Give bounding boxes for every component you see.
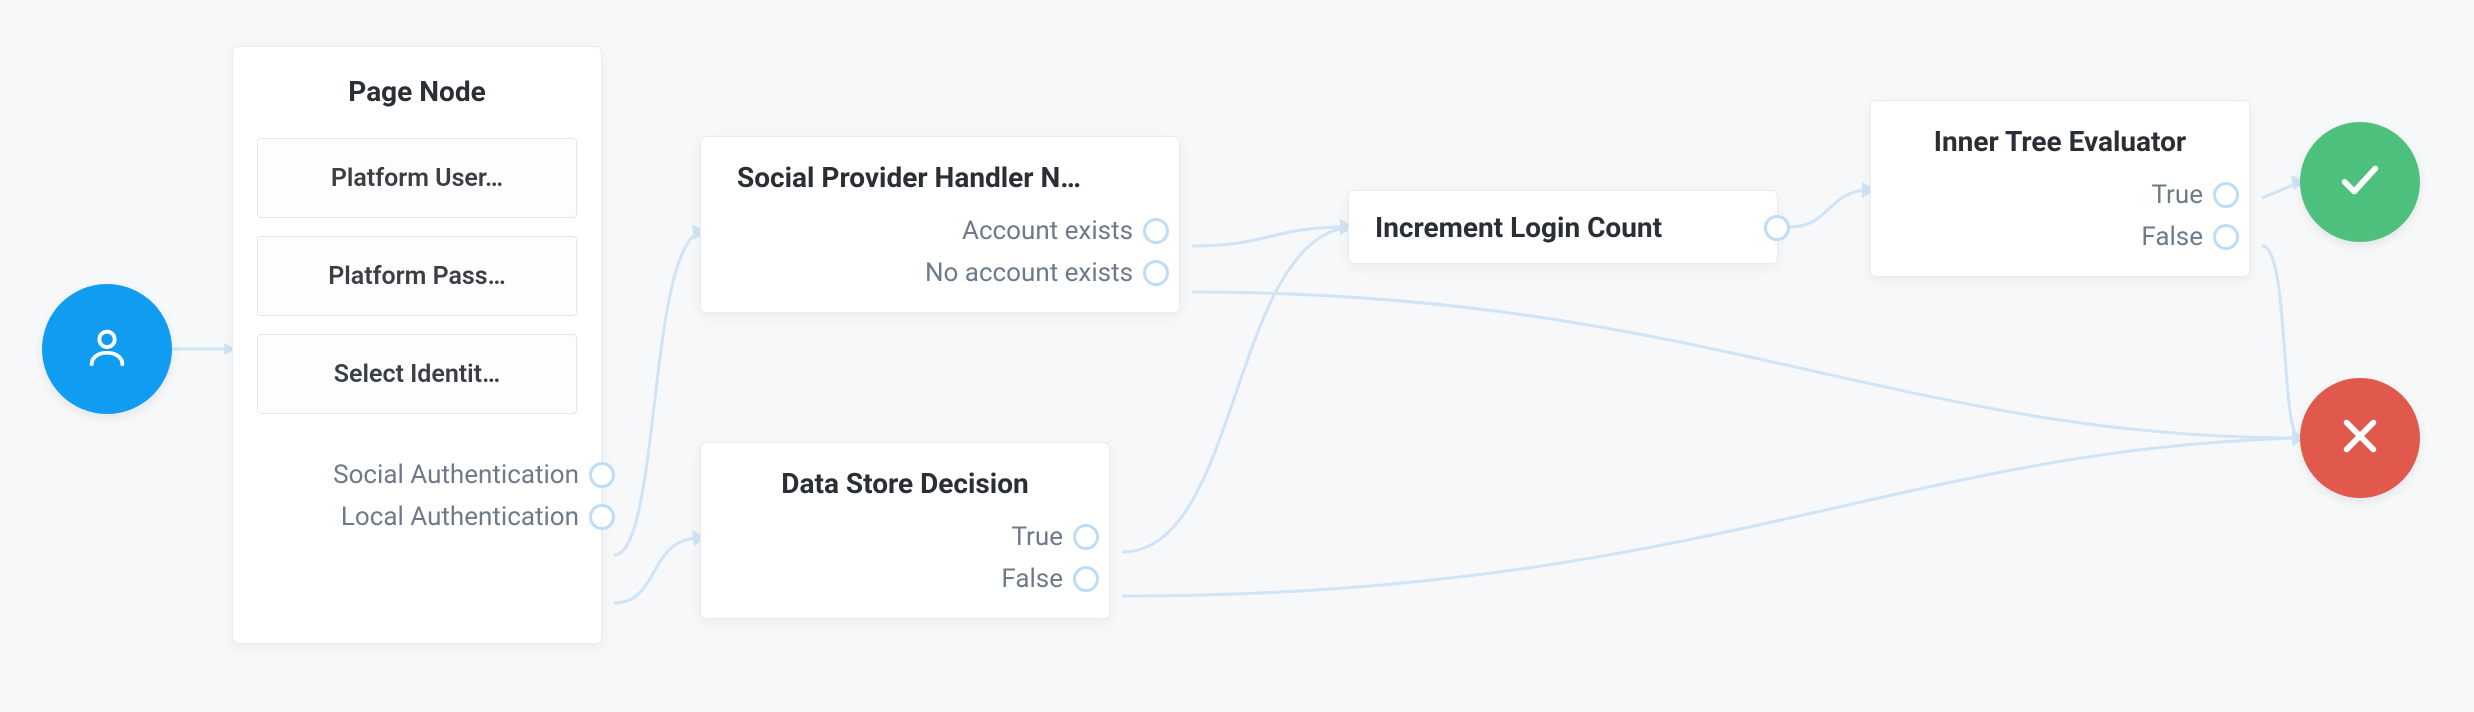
check-icon — [2337, 157, 2383, 207]
increment-login-count-node[interactable]: Increment Login Count — [1348, 190, 1778, 264]
outcome-no-account[interactable]: No account exists — [925, 258, 1169, 288]
outcome-label: Local Authentication — [341, 502, 579, 532]
user-icon — [84, 324, 130, 374]
node-title: Increment Login Count — [1375, 211, 1662, 244]
outcome-account-exists[interactable]: Account exists — [962, 216, 1169, 246]
outcome-label: True — [1012, 522, 1064, 552]
inner-tree-evaluator-node[interactable]: Inner Tree Evaluator True False — [1870, 100, 2250, 277]
outcome-label: Social Authentication — [333, 460, 579, 490]
failure-node[interactable] — [2300, 378, 2420, 498]
outcome-true[interactable]: True — [1012, 522, 1100, 552]
outcome-label: Account exists — [962, 216, 1133, 246]
start-node[interactable] — [42, 284, 172, 414]
port-icon[interactable] — [1143, 218, 1169, 244]
page-node-field[interactable]: Platform Pass… — [257, 236, 577, 316]
outcome-label: No account exists — [925, 258, 1133, 288]
page-node-field[interactable]: Platform User… — [257, 138, 577, 218]
port-icon[interactable] — [589, 462, 615, 488]
port-icon[interactable] — [2213, 224, 2239, 250]
outcome-label: False — [1001, 564, 1063, 594]
auth-tree-canvas[interactable]: Page Node Platform User… Platform Pass… … — [0, 0, 2474, 712]
node-title: Inner Tree Evaluator — [1901, 125, 2219, 158]
outcome-label: True — [2152, 180, 2204, 210]
node-title: Data Store Decision — [731, 467, 1079, 500]
port-icon[interactable] — [1764, 215, 1790, 241]
page-node-field[interactable]: Select Identit… — [257, 334, 577, 414]
port-icon[interactable] — [589, 504, 615, 530]
close-icon — [2337, 413, 2383, 463]
node-title: Social Provider Handler N… — [731, 161, 1149, 194]
outcome-label: False — [2141, 222, 2203, 252]
page-node[interactable]: Page Node Platform User… Platform Pass… … — [232, 46, 602, 644]
outcome-false[interactable]: False — [2141, 222, 2239, 252]
port-icon[interactable] — [2213, 182, 2239, 208]
node-title: Page Node — [257, 75, 577, 108]
outcome-true[interactable]: True — [2152, 180, 2240, 210]
port-icon[interactable] — [1143, 260, 1169, 286]
data-store-decision-node[interactable]: Data Store Decision True False — [700, 442, 1110, 619]
success-node[interactable] — [2300, 122, 2420, 242]
social-provider-handler-node[interactable]: Social Provider Handler N… Account exist… — [700, 136, 1180, 313]
port-icon[interactable] — [1073, 524, 1099, 550]
port-icon[interactable] — [1073, 566, 1099, 592]
outcome-social-auth[interactable]: Social Authentication — [333, 460, 615, 490]
outcome-false[interactable]: False — [1001, 564, 1099, 594]
outcome-local-auth[interactable]: Local Authentication — [341, 502, 615, 532]
